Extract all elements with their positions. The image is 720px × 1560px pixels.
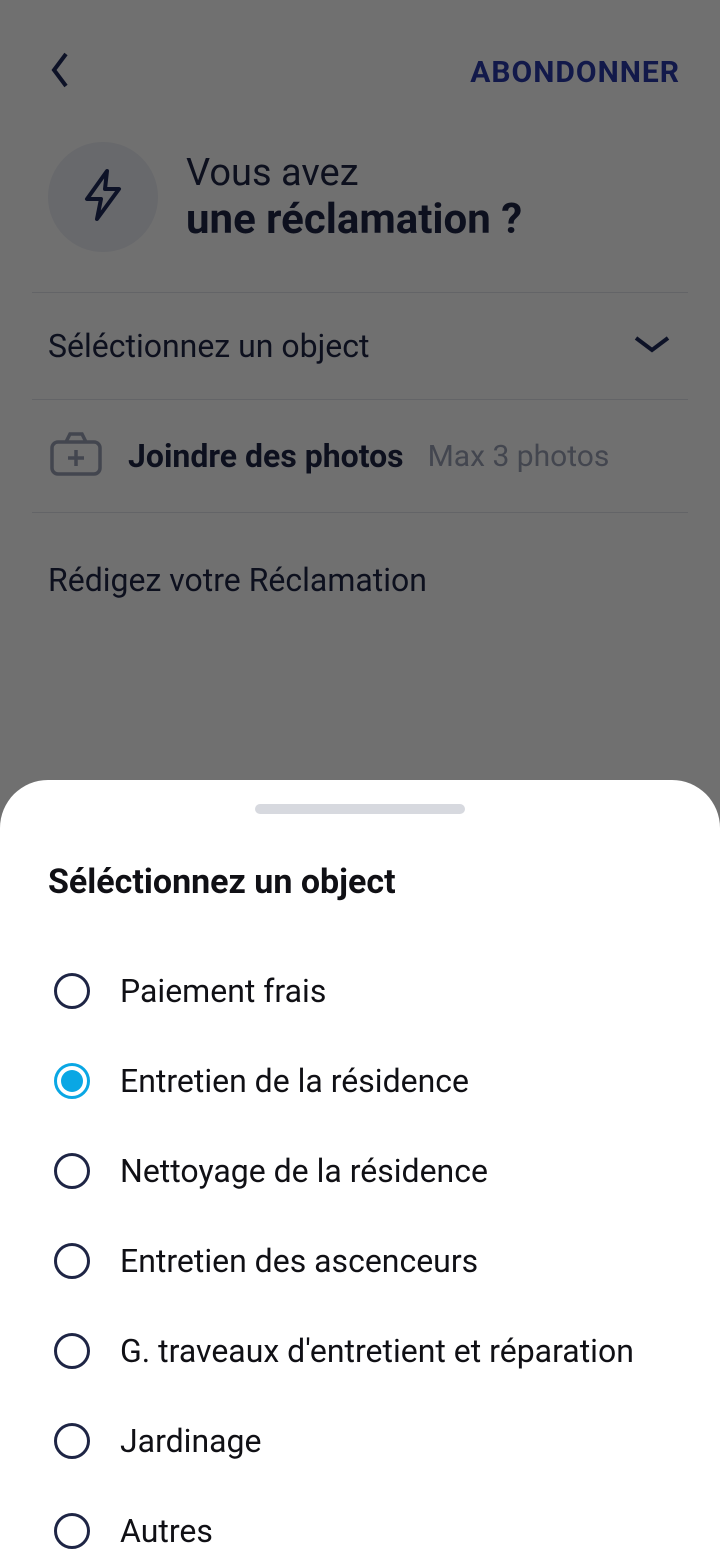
select-object-sheet: Séléctionnez un object Paiement frais Ent… xyxy=(0,780,720,1560)
option-label: G. traveaux d'entretient et réparation xyxy=(120,1332,634,1370)
radio-icon xyxy=(54,1243,90,1279)
radio-icon xyxy=(54,1333,90,1369)
radio-icon xyxy=(54,1063,90,1099)
option-row[interactable]: Autres xyxy=(48,1486,672,1560)
option-label: Entretien de la résidence xyxy=(120,1062,469,1100)
option-row[interactable]: Paiement frais xyxy=(48,946,672,1036)
sheet-drag-handle[interactable] xyxy=(255,804,465,814)
radio-icon xyxy=(54,1423,90,1459)
option-row[interactable]: G. traveaux d'entretient et réparation xyxy=(48,1306,672,1396)
radio-icon xyxy=(54,973,90,1009)
option-label: Nettoyage de la résidence xyxy=(120,1152,488,1190)
option-row[interactable]: Entretien de la résidence xyxy=(48,1036,672,1126)
option-label: Entretien des ascenceurs xyxy=(120,1242,478,1280)
sheet-options-list: Paiement frais Entretien de la résidence N… xyxy=(48,946,672,1560)
radio-icon xyxy=(54,1513,90,1549)
radio-icon xyxy=(54,1153,90,1189)
option-label: Jardinage xyxy=(120,1422,261,1460)
option-label: Paiement frais xyxy=(120,972,326,1010)
option-row[interactable]: Jardinage xyxy=(48,1396,672,1486)
option-row[interactable]: Entretien des ascenceurs xyxy=(48,1216,672,1306)
option-row[interactable]: Nettoyage de la résidence xyxy=(48,1126,672,1216)
option-label: Autres xyxy=(120,1512,213,1550)
sheet-title: Séléctionnez un object xyxy=(48,862,672,902)
